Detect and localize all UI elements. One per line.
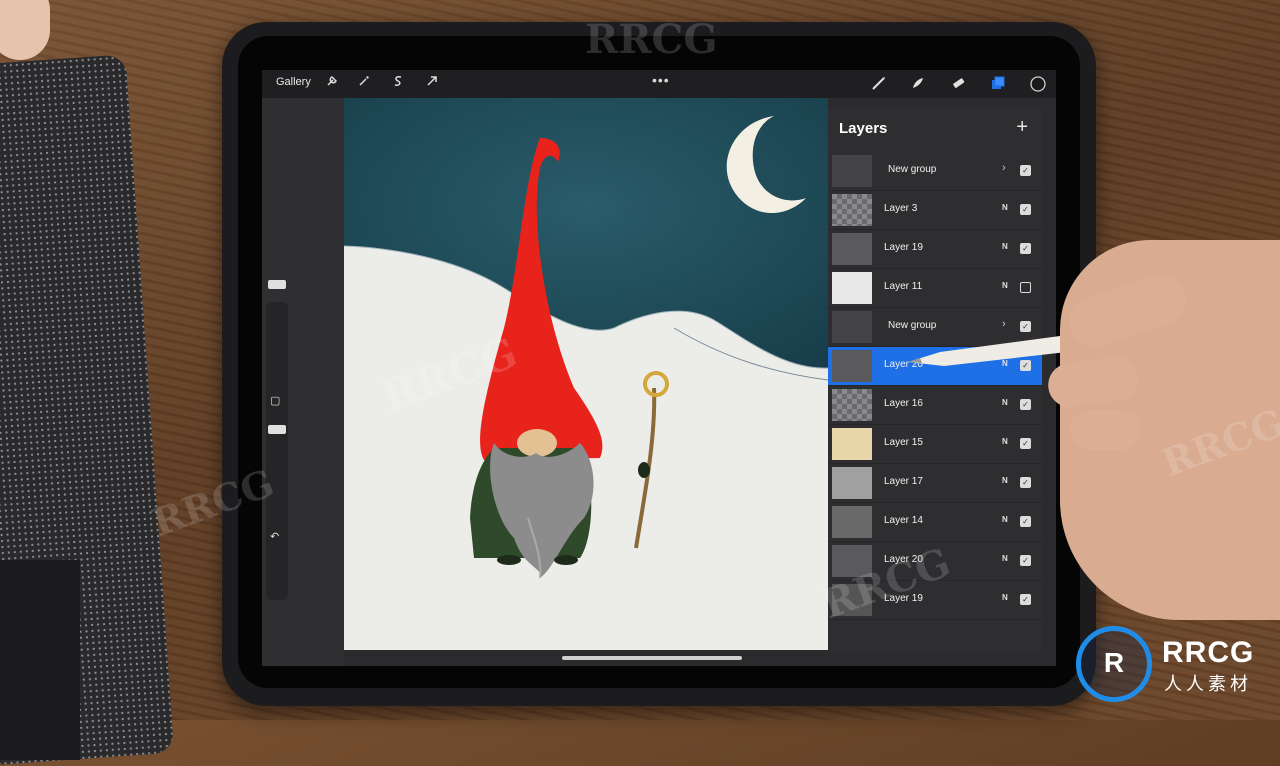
sidebar-controls <box>266 302 288 600</box>
eraser-icon[interactable] <box>950 75 966 95</box>
selection-icon[interactable] <box>392 75 404 91</box>
more-options-button[interactable]: ••• <box>652 72 670 88</box>
layer-thumbnail[interactable] <box>832 155 872 187</box>
layer-visibility-checkbox[interactable]: ✓ <box>1020 477 1031 488</box>
layer-name: Layer 16 <box>884 398 923 409</box>
layer-thumbnail[interactable] <box>832 194 872 226</box>
left-sidebar: ▢ ↶ <box>262 98 344 666</box>
layer-thumbnail[interactable] <box>832 233 872 265</box>
layer-visibility-checkbox[interactable]: ✓ <box>1020 516 1031 527</box>
layer-name: Layer 15 <box>884 437 923 448</box>
layer-visibility-checkbox[interactable]: ✓ <box>1020 438 1031 449</box>
layer-row[interactable]: Layer 14 N ✓ <box>828 503 1042 542</box>
layer-name: New group <box>888 164 937 175</box>
blend-mode-button[interactable]: N <box>1002 242 1008 251</box>
blend-mode-button[interactable]: N <box>1002 593 1008 602</box>
modify-button[interactable]: ▢ <box>270 394 280 407</box>
layer-visibility-checkbox[interactable]: ✓ <box>1020 282 1031 293</box>
home-indicator <box>562 656 742 660</box>
layer-thumbnail[interactable] <box>832 467 872 499</box>
blend-mode-button[interactable]: N <box>1002 515 1008 524</box>
layer-row[interactable]: Layer 19 N ✓ <box>828 230 1042 269</box>
blend-mode-button[interactable]: N <box>1002 476 1008 485</box>
add-layer-button[interactable]: + <box>1016 116 1028 139</box>
smudge-icon[interactable] <box>910 75 926 95</box>
undo-button[interactable]: ↶ <box>270 530 279 543</box>
blend-mode-button[interactable]: N <box>1002 554 1008 563</box>
layer-visibility-checkbox[interactable]: ✓ <box>1020 555 1031 566</box>
layer-row[interactable]: Layer 15 N ✓ <box>828 425 1042 464</box>
rrcg-logo-name: RRCG <box>1162 636 1255 669</box>
opacity-slider[interactable] <box>268 425 286 434</box>
layers-title: Layers <box>839 120 888 137</box>
layer-visibility-checkbox[interactable]: ✓ <box>1020 243 1031 254</box>
layer-thumbnail[interactable] <box>832 389 872 421</box>
blend-mode-button[interactable]: N <box>1002 203 1008 212</box>
color-swatch-icon[interactable] <box>1030 76 1046 96</box>
layer-row[interactable]: Layer 16 N ✓ <box>828 386 1042 425</box>
blend-mode-button[interactable]: N <box>1002 281 1008 290</box>
wrench-icon[interactable] <box>326 75 338 91</box>
layer-visibility-checkbox[interactable]: ✓ <box>1020 204 1031 215</box>
layer-thumbnail[interactable] <box>832 350 872 382</box>
gallery-button[interactable]: Gallery <box>276 76 311 88</box>
layer-thumbnail[interactable] <box>832 506 872 538</box>
blend-mode-button[interactable]: N <box>1002 398 1008 407</box>
transform-arrow-icon[interactable] <box>426 75 438 91</box>
watermark-text: RRCG <box>585 16 718 63</box>
layer-name: Layer 14 <box>884 515 923 526</box>
hand-finger <box>1070 410 1140 450</box>
layer-name: Layer 17 <box>884 476 923 487</box>
magic-wand-icon[interactable] <box>358 75 370 91</box>
gnome-nose <box>517 429 557 457</box>
layer-row[interactable]: Layer 3 N ✓ <box>828 191 1042 230</box>
layer-visibility-checkbox[interactable]: ✓ <box>1020 165 1031 176</box>
layers-icon[interactable] <box>990 75 1006 95</box>
layer-name: Layer 3 <box>884 203 918 214</box>
brush-icon[interactable] <box>871 75 887 95</box>
top-toolbar: Gallery ••• <box>262 70 1056 98</box>
sweater-cuff <box>0 560 80 760</box>
rrcg-logo-badge: R <box>1076 626 1152 702</box>
layer-thumbnail[interactable] <box>832 272 872 304</box>
layer-thumbnail[interactable] <box>832 428 872 460</box>
layer-name: Layer 19 <box>884 242 923 253</box>
brush-size-slider[interactable] <box>268 280 286 289</box>
layer-row[interactable]: Layer 17 N ✓ <box>828 464 1042 503</box>
rrcg-logo-sub: 人人素材 <box>1164 674 1252 694</box>
blend-mode-button[interactable]: N <box>1002 437 1008 446</box>
layer-group-row[interactable]: New group › ✓ <box>828 152 1042 191</box>
chevron-right-icon[interactable]: › <box>1002 162 1006 174</box>
layer-thumbnail[interactable] <box>832 311 872 343</box>
layer-name: Layer 11 <box>884 281 923 292</box>
layer-visibility-checkbox[interactable]: ✓ <box>1020 594 1031 605</box>
layer-visibility-checkbox[interactable]: ✓ <box>1020 399 1031 410</box>
